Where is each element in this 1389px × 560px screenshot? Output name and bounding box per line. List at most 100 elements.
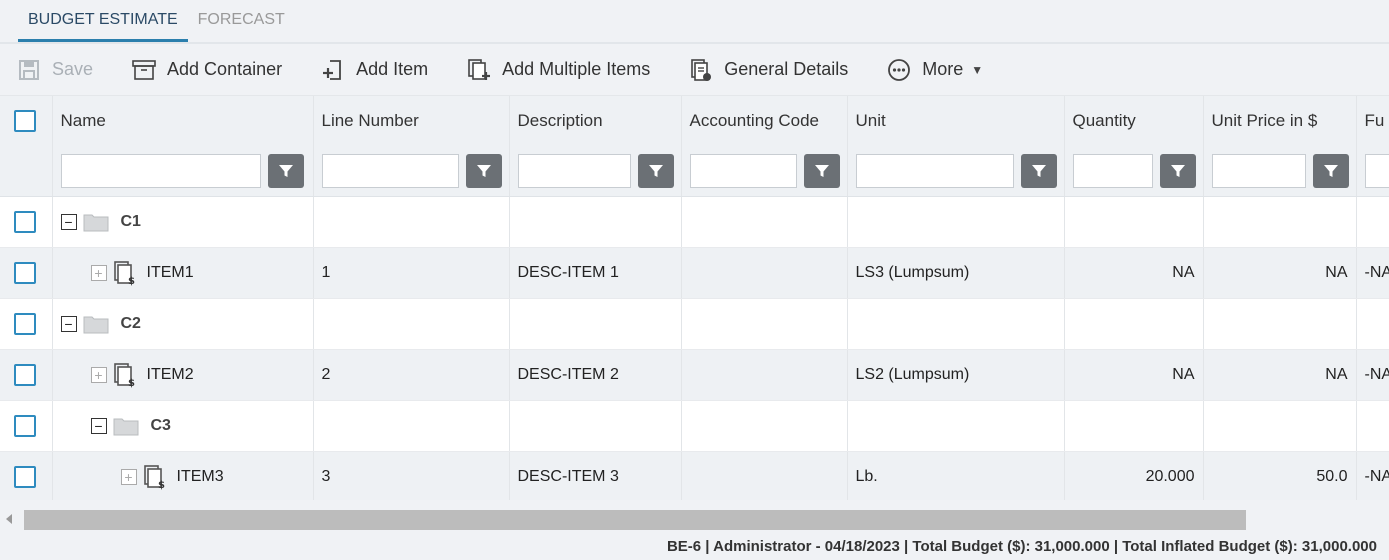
budget-grid: Name Line Number Description Accounting … — [0, 96, 1389, 500]
unit-price-cell: NA — [1203, 349, 1357, 401]
row-select-cell — [0, 451, 53, 500]
filter-icon[interactable] — [267, 153, 304, 188]
unit-price-cell: NA — [1203, 247, 1357, 299]
accounting-code-cell — [681, 196, 848, 248]
row-checkbox[interactable] — [14, 465, 36, 488]
description-cell — [509, 196, 682, 248]
expand-icon[interactable]: + — [90, 366, 107, 383]
add-item-icon — [320, 57, 346, 83]
filter-cell-select — [0, 146, 53, 197]
row-name[interactable]: C1 — [121, 213, 141, 231]
scrollbar-thumb[interactable] — [24, 510, 1246, 530]
svg-text:$: $ — [158, 480, 165, 490]
filter-input-unit-price[interactable] — [1211, 153, 1306, 188]
next-column-cell — [1356, 400, 1389, 452]
filter-cell-unit-price — [1203, 146, 1357, 197]
row-checkbox[interactable] — [14, 414, 36, 437]
column-header-quantity[interactable]: Quantity — [1064, 96, 1204, 146]
tab-forecast[interactable]: FORECAST — [188, 0, 295, 42]
tab-budget-estimate[interactable]: BUDGET ESTIMATE — [18, 0, 188, 42]
filter-input-name[interactable] — [60, 153, 261, 188]
unit-price-cell — [1203, 298, 1357, 350]
name-cell: − C3 — [52, 400, 314, 452]
more-button[interactable]: More ▼ — [886, 57, 983, 83]
add-multiple-icon — [466, 57, 492, 83]
unit-cell: LS3 (Lumpsum) — [847, 247, 1065, 299]
expand-icon[interactable]: + — [120, 468, 137, 485]
filter-input-line-number[interactable] — [321, 153, 459, 188]
row-name[interactable]: C2 — [121, 315, 141, 333]
table-row[interactable]: − C3 — [0, 400, 1389, 452]
filter-icon[interactable] — [1020, 153, 1057, 188]
quantity-cell — [1064, 400, 1204, 452]
svg-text:$: $ — [128, 276, 135, 286]
filter-icon[interactable] — [1159, 153, 1196, 188]
add-item-button[interactable]: Add Item — [320, 57, 428, 83]
filter-icon[interactable] — [465, 153, 502, 188]
filter-input-quantity[interactable] — [1072, 153, 1153, 188]
line-number-cell: 2 — [313, 349, 510, 401]
name-cell: − C2 — [52, 298, 314, 350]
filter-cell-accounting-code — [681, 146, 848, 197]
quantity-cell: NA — [1064, 247, 1204, 299]
next-column-cell: -NA — [1356, 247, 1389, 299]
row-checkbox[interactable] — [14, 363, 36, 386]
row-name[interactable]: C3 — [151, 417, 171, 435]
row-name[interactable]: ITEM3 — [177, 468, 224, 486]
column-header-description[interactable]: Description — [509, 96, 682, 146]
collapse-icon[interactable]: − — [60, 315, 77, 332]
table-row[interactable]: + $ ITEM3 3DESC-ITEM 3 Lb.20.00050.0-NA — [0, 451, 1389, 500]
collapse-icon[interactable]: − — [60, 213, 77, 230]
table-row[interactable]: − C1 — [0, 196, 1389, 248]
general-details-label: General Details — [724, 59, 849, 79]
next-column-cell — [1356, 298, 1389, 350]
row-name[interactable]: ITEM2 — [147, 366, 194, 384]
tab-bar: BUDGET ESTIMATE FORECAST — [0, 0, 1389, 42]
row-checkbox[interactable] — [14, 261, 36, 284]
grid-body: − C1 + $ ITEM1 1 DESC-ITEM 1 LS3 (Lumpsum) NA NA -… — [0, 196, 1389, 500]
line-number-cell — [313, 298, 510, 350]
column-header-line-number[interactable]: Line Number — [313, 96, 510, 146]
filter-input-next[interactable] — [1364, 153, 1389, 188]
line-number-cell — [313, 400, 510, 452]
column-header-unit[interactable]: Unit — [847, 96, 1065, 146]
filter-icon[interactable] — [637, 153, 674, 188]
toolbar: Save Add Container Add Item Add Multiple… — [0, 44, 1389, 96]
filter-cell-name — [52, 146, 314, 197]
add-container-label: Add Container — [167, 59, 283, 79]
save-button[interactable]: Save — [16, 57, 93, 83]
horizontal-scrollbar[interactable] — [0, 508, 1389, 532]
row-name[interactable]: ITEM1 — [147, 264, 194, 282]
filter-icon[interactable] — [1312, 153, 1349, 188]
column-header-unit-price[interactable]: Unit Price in $ — [1203, 96, 1357, 146]
row-select-cell — [0, 400, 53, 452]
row-checkbox[interactable] — [14, 210, 36, 233]
add-container-button[interactable]: Add Container — [131, 57, 282, 83]
scroll-left-icon[interactable] — [6, 514, 12, 524]
collapse-icon[interactable]: − — [90, 417, 107, 434]
column-header-accounting-code[interactable]: Accounting Code — [681, 96, 848, 146]
accounting-code-cell — [681, 400, 848, 452]
column-header-next[interactable]: Fu — [1356, 96, 1389, 146]
table-row[interactable]: − C2 — [0, 298, 1389, 350]
filter-input-unit[interactable] — [855, 153, 1014, 188]
description-cell — [509, 400, 682, 452]
filter-icon[interactable] — [803, 153, 840, 188]
table-row[interactable]: +$ITEM22DESC-ITEM 2LS2 (Lumpsum)NANA-NA — [0, 349, 1389, 401]
select-all-checkbox[interactable] — [14, 110, 36, 132]
description-cell: DESC-ITEM 3 — [509, 451, 682, 500]
row-checkbox[interactable] — [14, 312, 36, 335]
filter-input-accounting-code[interactable] — [689, 153, 797, 188]
unit-cell: LS2 (Lumpsum) — [847, 349, 1065, 401]
accounting-code-cell — [681, 451, 848, 500]
expand-icon[interactable]: + — [90, 264, 107, 281]
quantity-cell — [1064, 196, 1204, 248]
accounting-code-cell — [681, 349, 848, 401]
table-row[interactable]: +$ITEM11DESC-ITEM 1LS3 (Lumpsum)NANA-NA — [0, 247, 1389, 299]
column-header-name[interactable]: Name — [52, 96, 314, 146]
filter-input-description[interactable] — [517, 153, 631, 188]
add-item-label: Add Item — [356, 59, 429, 79]
add-multiple-items-button[interactable]: Add Multiple Items — [466, 57, 650, 83]
general-details-button[interactable]: General Details — [688, 57, 848, 83]
filter-cell-description — [509, 146, 682, 197]
